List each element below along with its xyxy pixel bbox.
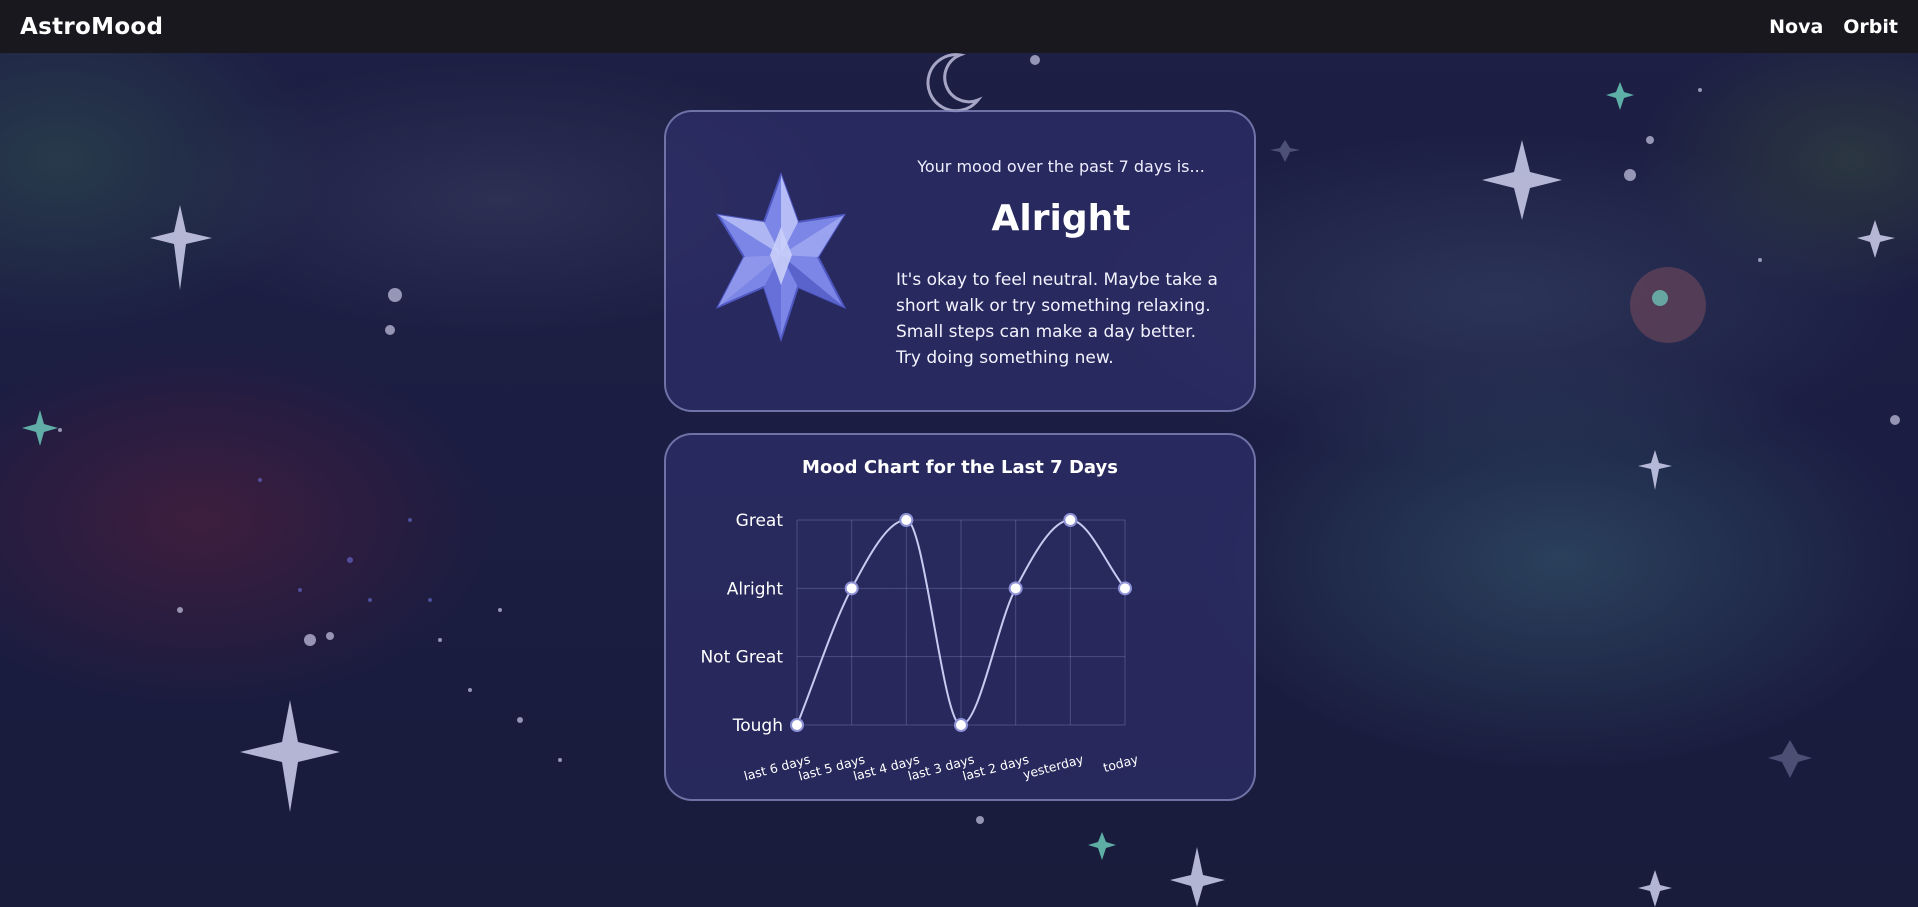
mood-line-chart: ToughNot GreatAlrightGreatlast 6 dayslas… (700, 511, 1141, 783)
y-tick-label: Alright (727, 579, 784, 599)
x-tick-label: yesterday (1021, 751, 1085, 782)
mood-data-point (954, 718, 968, 732)
nav-link-nova[interactable]: Nova (1769, 16, 1823, 38)
chart-title: Mood Chart for the Last 7 Days (802, 457, 1118, 478)
nav-menu: Nova Orbit (1769, 16, 1898, 38)
top-navbar: AstroMood Nova Orbit (0, 0, 1918, 53)
mood-data-point (1008, 581, 1023, 596)
mood-result: Alright (991, 198, 1131, 239)
mood-data-point (899, 513, 914, 527)
nav-link-orbit[interactable]: Orbit (1843, 16, 1898, 38)
mood-data-point (1118, 581, 1132, 596)
mood-advice: It's okay to feel neutral. Maybe take a … (896, 270, 1218, 368)
mood-summary-card: Your mood over the past 7 days is... Alr… (664, 110, 1256, 412)
y-tick-label: Tough (732, 716, 783, 736)
y-tick-label: Great (736, 511, 784, 531)
mood-data-point (790, 718, 804, 732)
brand-logo[interactable]: AstroMood (20, 14, 163, 40)
mood-chart-card: Tough Not Great Alright Great last 6 days las… (664, 433, 1256, 801)
mood-data-point (1063, 513, 1078, 527)
star-icon (706, 167, 856, 343)
mood-intro: Your mood over the past 7 days is... (917, 157, 1205, 176)
mood-text-block: Your mood over the past 7 days is... Alr… (896, 157, 1226, 371)
mood-data-point (844, 581, 859, 596)
x-tick-label: today (1102, 751, 1141, 775)
y-tick-label: Not Great (700, 648, 783, 668)
